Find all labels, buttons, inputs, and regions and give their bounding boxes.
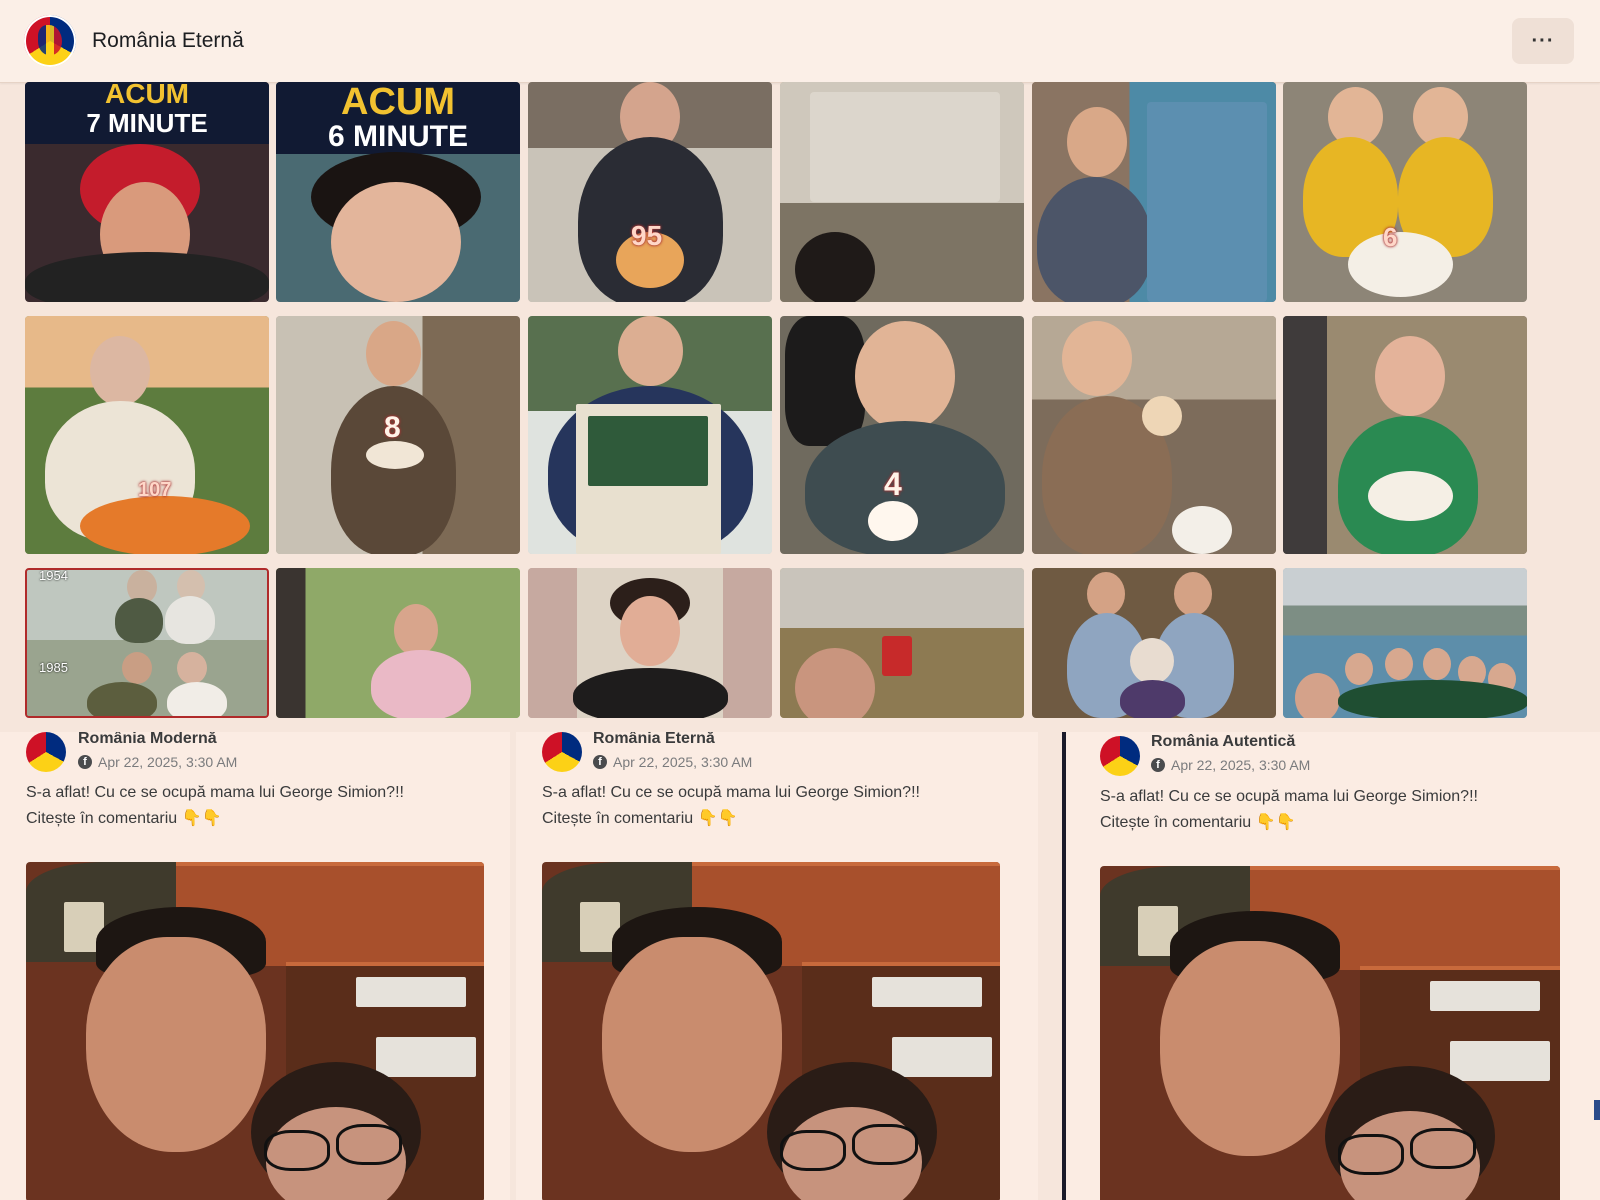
post-meta: f Apr 22, 2025, 3:30 AM: [1151, 757, 1310, 773]
photo-tile[interactable]: [1283, 568, 1527, 718]
post-meta: f Apr 22, 2025, 3:30 AM: [593, 754, 752, 770]
post-avatar[interactable]: [542, 732, 582, 772]
post-date[interactable]: Apr 22, 2025, 3:30 AM: [98, 754, 237, 770]
post-photo[interactable]: [1100, 866, 1560, 1200]
page-header: România Eternă ···: [0, 0, 1600, 83]
photo-tile[interactable]: 8: [276, 316, 520, 554]
photo-tile[interactable]: [1283, 316, 1527, 554]
page-avatar[interactable]: [24, 15, 76, 67]
year-label: 1985: [39, 660, 68, 675]
photo-tile[interactable]: [276, 568, 520, 718]
post-card: România Eternă f Apr 22, 2025, 3:30 AM S…: [516, 732, 1038, 1200]
post-page-name[interactable]: România Modernă: [78, 732, 217, 748]
photo-tile[interactable]: [780, 568, 1024, 718]
photo-tile[interactable]: 6: [1283, 82, 1527, 302]
year-label: 1954: [39, 568, 68, 583]
post-text: S-a aflat! Cu ce se ocupă mama lui Georg…: [26, 784, 404, 827]
post-avatar[interactable]: [1100, 736, 1140, 776]
facebook-icon: f: [593, 755, 607, 769]
photo-banner: ACUM 7 MINUTE: [25, 82, 269, 144]
post-date[interactable]: Apr 22, 2025, 3:30 AM: [613, 754, 752, 770]
photo-tile[interactable]: [528, 568, 772, 718]
facebook-icon: f: [1151, 758, 1165, 772]
photo-banner: ACUM 6 MINUTE: [276, 82, 520, 154]
post-page-name[interactable]: România Autentică: [1151, 733, 1295, 751]
photo-tile[interactable]: ACUM 7 MINUTE: [25, 82, 269, 302]
candle-number: 8: [384, 411, 401, 444]
photo-tile[interactable]: 95: [528, 82, 772, 302]
post-text: S-a aflat! Cu ce se ocupă mama lui Georg…: [1100, 788, 1478, 831]
photo-tile[interactable]: 4: [780, 316, 1024, 554]
post-date[interactable]: Apr 22, 2025, 3:30 AM: [1171, 757, 1310, 773]
post-meta: f Apr 22, 2025, 3:30 AM: [78, 754, 237, 770]
candle-number: 6: [1383, 222, 1398, 252]
photo-tile[interactable]: [1032, 82, 1276, 302]
scrollbar-thumb[interactable]: [1594, 1100, 1600, 1120]
photo-tile[interactable]: 107: [25, 316, 269, 554]
post-card: România Modernă f Apr 22, 2025, 3:30 AM …: [0, 732, 510, 1200]
more-icon: ···: [1531, 29, 1555, 52]
candle-number: 4: [884, 466, 902, 502]
candle-number: 95: [631, 220, 663, 251]
candle-number: 107: [138, 479, 172, 501]
photo-tile[interactable]: [1032, 316, 1276, 554]
post-photo[interactable]: [542, 862, 1000, 1200]
page-title[interactable]: România Eternă: [92, 29, 244, 53]
more-options-button[interactable]: ···: [1512, 18, 1574, 64]
photo-tile[interactable]: 1954 1985: [25, 568, 269, 718]
post-avatar[interactable]: [26, 732, 66, 772]
post-card: România Autentică f Apr 22, 2025, 3:30 A…: [1066, 732, 1600, 1200]
post-photo[interactable]: [26, 862, 484, 1200]
facebook-icon: f: [78, 755, 92, 769]
photo-tile[interactable]: ACUM 6 MINUTE: [276, 82, 520, 302]
post-text: S-a aflat! Cu ce se ocupă mama lui Georg…: [542, 784, 920, 827]
photo-grid: ACUM 7 MINUTE ACUM 6 MINUTE 95 6 107 8 4…: [0, 82, 1600, 732]
photo-tile[interactable]: [1032, 568, 1276, 718]
photo-tile[interactable]: [780, 82, 1024, 302]
post-page-name[interactable]: România Eternă: [593, 732, 715, 748]
photo-tile[interactable]: [528, 316, 772, 554]
